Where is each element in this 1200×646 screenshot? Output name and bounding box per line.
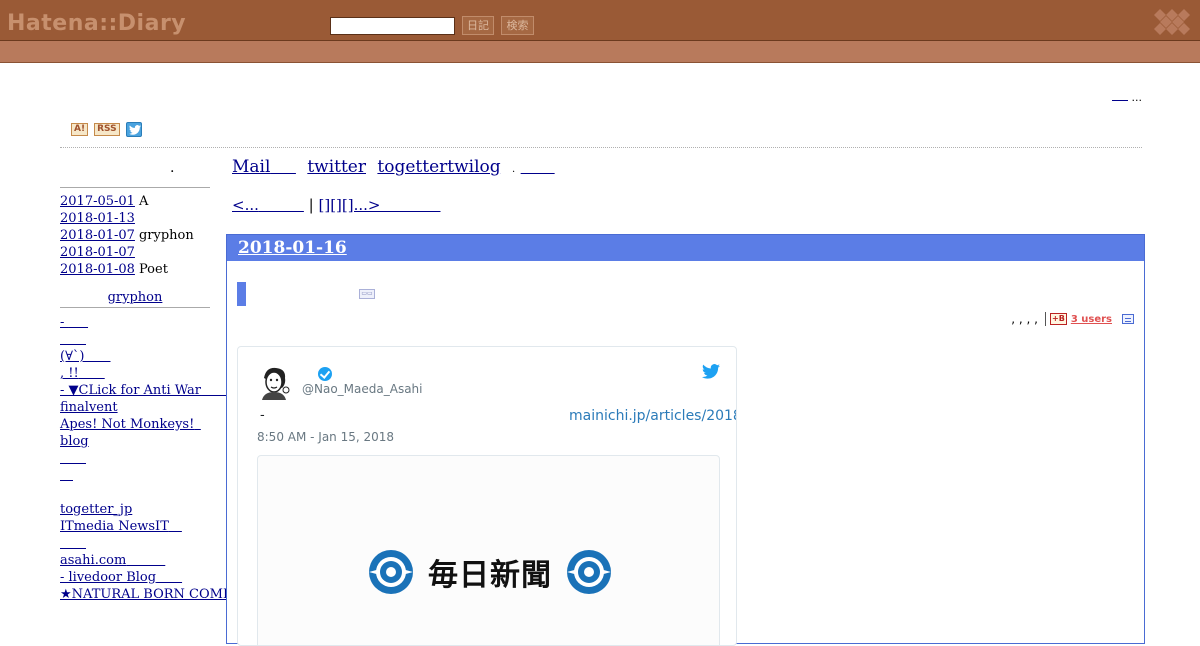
sidebar-link[interactable]: - livedoor Blog — [60, 570, 182, 585]
twitter-bird-icon[interactable] — [702, 364, 720, 379]
sidebar-link[interactable] — [60, 332, 86, 347]
recent-entry-date[interactable]: 2018-01-07 — [60, 245, 135, 260]
divider — [1045, 312, 1046, 326]
day-date-link[interactable]: 2018-01-16 — [238, 238, 347, 258]
togetter-link[interactable]: togettertwilog — [377, 157, 500, 177]
prev-link[interactable]: <... — [232, 196, 304, 214]
sidebar-rule — [60, 307, 210, 308]
site-logo[interactable]: Hatena::Diary — [7, 11, 186, 36]
avatar[interactable] — [256, 364, 292, 400]
next-link[interactable]: [][][]...> — [319, 196, 441, 214]
recent-entry-date[interactable]: 2018-01-13 — [60, 211, 135, 226]
twitter-link[interactable]: twitter — [307, 157, 366, 177]
recent-entries: 2017-05-01 A 2018-01-13 2018-01-07 gryphon… — [60, 193, 194, 278]
entry-commas: , , , , — [1011, 312, 1038, 326]
top-right-links: ... — [1112, 91, 1142, 104]
verified-icon — [318, 367, 332, 381]
embedded-tweet: @Nao_Maeda_Asahi - mainichi.jp/articles/… — [237, 346, 737, 646]
recent-entry: 2018-01-07 gryphon — [60, 227, 194, 244]
sidebar-link[interactable]: finalvent — [60, 400, 118, 415]
tweet-media-card[interactable]: 毎日新聞 — [257, 455, 720, 645]
feed-badges: A! RSS — [71, 122, 142, 137]
day-header: 2018-01-16 — [227, 235, 1144, 261]
mainichi-emblem-icon — [567, 550, 611, 594]
rss-badge[interactable]: RSS — [94, 123, 120, 136]
mainichi-emblem-icon — [369, 550, 413, 594]
top-right-dots: ... — [1131, 91, 1143, 104]
sidebar-link[interactable]: (∀`) — [60, 349, 111, 364]
hatebu-add-icon[interactable]: +B — [1050, 313, 1067, 325]
sidebar-link[interactable] — [60, 451, 86, 466]
recent-entry: 2018-01-13 — [60, 210, 194, 227]
sidebar-link[interactable] — [60, 536, 86, 551]
comment-icon[interactable] — [1122, 314, 1134, 324]
recent-entry-text: A — [138, 194, 149, 209]
media-title: 毎日新聞 — [428, 558, 552, 593]
recent-entry-text: gryphon — [138, 228, 194, 243]
recent-entry-date[interactable]: 2018-01-07 — [60, 228, 135, 243]
search-button[interactable]: 検索 — [501, 16, 534, 35]
recent-entry: 2018-01-08 Poet — [60, 261, 194, 278]
subheader-bar — [0, 41, 1200, 63]
hatebu-users-link[interactable]: 3 users — [1071, 314, 1112, 325]
recent-entry-text: Poet — [138, 262, 168, 277]
sidebar-link[interactable]: , !! — [60, 366, 105, 381]
sidebar-link[interactable]: - — [60, 315, 88, 330]
sidebar-link[interactable]: asahi.com — [60, 553, 165, 568]
antenna-badge[interactable]: A! — [71, 123, 89, 136]
hatena-pattern-icon — [1154, 9, 1190, 35]
pager-separator: | — [308, 196, 314, 214]
tweet-article-link[interactable]: mainichi.jp/articles/2018 — [569, 408, 736, 424]
sidebar-link[interactable]: Apes! Not Monkeys! — [60, 417, 201, 432]
sidebar-link[interactable] — [60, 468, 73, 483]
sidebar-link[interactable]: blog — [60, 434, 89, 449]
sidebar-link[interactable]: ★NATURAL BORN COMICS) — [60, 587, 252, 602]
sidebar-rule — [60, 187, 210, 188]
sidebar-link[interactable]: - ▼CLick for Anti War — [60, 383, 227, 398]
search-input[interactable] — [330, 17, 455, 35]
day-entry: 2018-01-16 ▭▭ , , , , +B 3 users @Nao_Ma… — [226, 234, 1145, 646]
mail-link[interactable]: Mail — [232, 157, 296, 177]
main-nav: Mail twitter togettertwilog . — [232, 157, 561, 177]
hatebu-row: , , , , +B 3 users — [1011, 312, 1134, 326]
diary-search-button[interactable]: 日記 — [462, 16, 494, 35]
inline-image-icon: ▭▭ — [359, 289, 375, 299]
tweet-timestamp[interactable]: 8:50 AM - Jan 15, 2018 — [257, 430, 394, 444]
pager: <... | [][][]...> — [232, 196, 441, 214]
sidebar-title-link[interactable]: gryphon — [108, 290, 163, 305]
tweet-text: - — [260, 408, 265, 423]
recent-entry: 2018-01-07 — [60, 244, 194, 261]
header-bar: Hatena::Diary 日記 検索 — [0, 0, 1200, 41]
sidebar-section-title: gryphon — [60, 290, 210, 305]
twitter-icon[interactable] — [125, 122, 142, 137]
section-marker — [237, 282, 246, 306]
recent-entry-date[interactable]: 2018-01-08 — [60, 262, 135, 277]
nav-dot: . — [512, 164, 516, 175]
top-right-link[interactable] — [1112, 91, 1128, 101]
sidebar-link[interactable]: ITmedia NewsIT — [60, 519, 182, 534]
tweet-handle[interactable]: @Nao_Maeda_Asahi — [302, 382, 423, 396]
nav-extra-link[interactable] — [521, 157, 555, 177]
recent-entry-date[interactable]: 2017-05-01 — [60, 194, 135, 209]
header-separator — [60, 147, 1142, 148]
recent-entry: 2017-05-01 A — [60, 193, 194, 210]
sidebar-dot: . — [170, 160, 175, 176]
mainichi-logo: 毎日新聞 — [368, 549, 612, 595]
sidebar-link[interactable]: togetter_jp — [60, 502, 132, 517]
